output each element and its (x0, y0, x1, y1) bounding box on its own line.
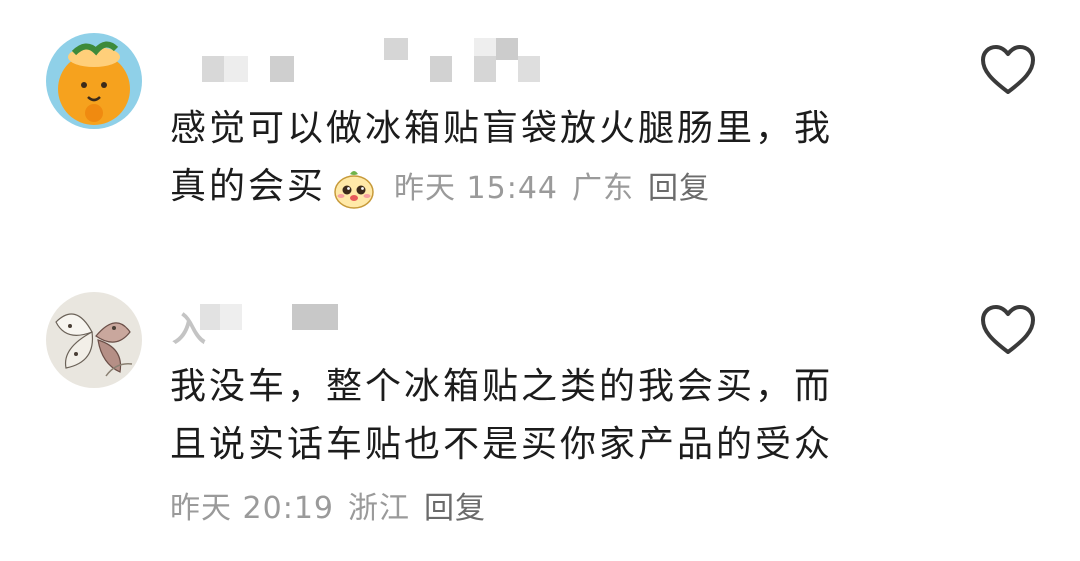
avatar[interactable] (46, 33, 142, 129)
username-mosaic (200, 38, 560, 88)
comment-text-line1: 我没车，整个冰箱贴之类的我会买，而 (170, 366, 834, 407)
comment-item: 感觉可以做冰箱贴盲袋放火腿肠里，我 真的会买 昨天 15:44 广东 回复 (0, 0, 1080, 260)
username-mosaic (200, 298, 370, 338)
heart-outline-icon (981, 305, 1035, 354)
reply-button[interactable]: 回复 (424, 480, 486, 538)
cute-mascot-emoji-icon (334, 171, 374, 209)
like-button[interactable] (978, 302, 1038, 358)
username-masked[interactable]: 入 (172, 298, 372, 350)
comment-location: 广东 (572, 171, 635, 206)
orange-cartoon-avatar-icon (46, 33, 142, 129)
like-button[interactable] (978, 42, 1038, 98)
reply-button[interactable]: 回复 (648, 160, 710, 218)
comment-text: 感觉可以做冰箱贴盲袋放火腿肠里，我 真的会买 昨天 15:44 广东 回复 (170, 100, 833, 218)
comment-item: 入 我没车，整个冰箱贴之类的我会买，而 且说实话车贴也不是买你家产品的受众 昨天… (0, 270, 1080, 561)
avatar[interactable] (46, 292, 142, 388)
comment-text-line2: 真的会买 (170, 166, 327, 207)
username-masked[interactable] (200, 38, 560, 82)
butterfly-photo-avatar-icon (46, 292, 142, 388)
comment-text: 我没车，整个冰箱贴之类的我会买，而 且说实话车贴也不是买你家产品的受众 昨天 2… (170, 358, 833, 538)
heart-outline-icon (981, 45, 1035, 94)
comment-meta: 昨天 20:19 浙江 回复 (170, 480, 486, 538)
comment-location: 浙江 (348, 491, 410, 526)
comment-text-line2: 且说实话车贴也不是买你家产品的受众 (170, 424, 834, 465)
comment-meta: 昨天 15:44 广东 回复 (394, 160, 710, 218)
comment-time: 昨天 15:44 (394, 171, 559, 206)
comment-text-line1: 感觉可以做冰箱贴盲袋放火腿肠里，我 (170, 108, 834, 149)
comment-time: 昨天 20:19 (170, 491, 334, 526)
